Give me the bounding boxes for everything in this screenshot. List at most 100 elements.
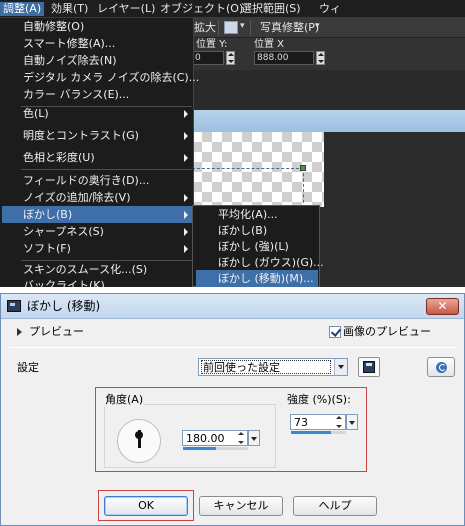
- submenu-item-gaussian-blur[interactable]: ぼかし (ガウス)(G)...: [196, 254, 324, 271]
- fit-label[interactable]: 拡大: [194, 21, 216, 35]
- photo-fix-button[interactable]: 写真修整(P): [260, 21, 319, 35]
- menu-item-smart-fix[interactable]: スマート修整(A)...: [2, 35, 192, 52]
- angle-slider-fill: [183, 447, 216, 450]
- menu-item-auto-noise[interactable]: 自動ノイズ除去(N): [2, 52, 192, 69]
- image-preview-label[interactable]: 画像のプレビュー: [343, 325, 431, 338]
- menu-adjust[interactable]: 調整(A): [0, 2, 45, 16]
- strength-slider[interactable]: [291, 431, 346, 434]
- menu-item-add-remove-noise[interactable]: ノイズの追加/除去(V): [2, 189, 192, 206]
- save-preset-button[interactable]: [358, 357, 380, 377]
- position-y-label: 位置 Y:: [196, 39, 228, 50]
- menu-item-depth-of-field[interactable]: フィールドの奥行き(D)...: [2, 172, 192, 189]
- angle-input[interactable]: 180.00: [182, 430, 248, 446]
- menu-item-label: 明度とコントラスト(G): [23, 129, 139, 142]
- menu-item-label: スマート修整(A)...: [23, 37, 116, 50]
- menu-item-label: スキンのスムース化...(S): [23, 263, 148, 276]
- reset-button[interactable]: [427, 357, 455, 377]
- menu-item-soft[interactable]: ソフト(F): [2, 240, 192, 257]
- menu-item-label: 色相と彩度(U): [23, 151, 95, 164]
- menu-bar: 調整(A) 効果(T) レイヤー(L) オブジェクト(O) 選択範囲(S) ウィ: [0, 0, 465, 18]
- image-window-titlebar: [192, 110, 465, 132]
- tool-options-bar: 位置 Y: 0 位置 X 888.00: [192, 38, 465, 70]
- menu-item-color[interactable]: 色(L): [2, 105, 192, 122]
- menu-window[interactable]: ウィ: [316, 2, 344, 16]
- close-button[interactable]: ✕: [426, 298, 459, 315]
- help-button[interactable]: ヘルプ: [293, 496, 377, 516]
- submenu-item-motion-blur[interactable]: ぼかし (移動)(M)...: [196, 270, 318, 287]
- submenu-arrow-icon: [184, 228, 188, 236]
- app-screenshot: 調整(A) 効果(T) レイヤー(L) オブジェクト(O) 選択範囲(S) ウィ…: [0, 0, 465, 287]
- copy-icon[interactable]: [224, 21, 238, 34]
- adjust-menu: 自動修整(O) スマート修整(A)... 自動ノイズ除去(N) デジタル カメラ…: [0, 18, 199, 287]
- menu-item-label: ソフト(F): [23, 242, 71, 255]
- toolbar-separator: [250, 20, 251, 36]
- submenu-arrow-icon: [184, 154, 188, 162]
- menu-layers[interactable]: レイヤー(L): [94, 2, 158, 16]
- menu-item-brightness-contrast[interactable]: 明度とコントラスト(G): [2, 127, 192, 144]
- selection-handle[interactable]: [300, 165, 306, 171]
- ok-button[interactable]: OK: [104, 496, 188, 516]
- workspace-background: [192, 70, 465, 110]
- menu-objects[interactable]: オブジェクト(O): [157, 2, 246, 16]
- menu-item-camera-noise[interactable]: デジタル カメラ ノイズの除去(C)...: [2, 69, 199, 86]
- angle-value: 180.00: [186, 432, 225, 445]
- submenu-arrow-icon: [184, 110, 188, 118]
- menu-item-label: ぼかし(B): [23, 208, 73, 221]
- submenu-item-blur-more[interactable]: ぼかし (強)(L): [196, 238, 318, 255]
- position-x-label: 位置 X: [254, 39, 285, 50]
- menu-item-sharpness[interactable]: シャープネス(S): [2, 223, 192, 240]
- position-y-input[interactable]: 0: [192, 51, 224, 65]
- submenu-item-blur[interactable]: ぼかし(B): [196, 222, 318, 239]
- menu-item-label: デジタル カメラ ノイズの除去(C)...: [23, 71, 200, 84]
- submenu-arrow-icon: [184, 245, 188, 253]
- cancel-button[interactable]: キャンセル: [199, 496, 283, 516]
- submenu-item-label: ぼかし (移動)(M)...: [218, 272, 314, 285]
- menu-item-backlight[interactable]: バックライト(K)...: [2, 277, 192, 287]
- chevron-down-icon[interactable]: ▾: [315, 21, 320, 31]
- menu-item-hue-saturation[interactable]: 色相と彩度(U): [2, 149, 192, 166]
- angle-spinner[interactable]: [236, 432, 246, 444]
- position-x-input[interactable]: 888.00: [254, 51, 314, 65]
- strength-label: 強度 (%)(S):: [287, 393, 351, 406]
- preset-value: 前回使った設定: [201, 360, 331, 374]
- dialog-titlebar[interactable]: ぼかし (移動) ✕: [1, 294, 464, 319]
- menu-item-label: ノイズの追加/除去(V): [23, 191, 131, 204]
- angle-dropdown-button[interactable]: [248, 430, 260, 446]
- expand-triangle-icon[interactable]: [17, 328, 22, 336]
- angle-label: 角度(A): [104, 393, 145, 406]
- submenu-item-label: 平均化(A)...: [218, 208, 278, 221]
- preset-dropdown[interactable]: 前回使った設定: [198, 358, 348, 376]
- submenu-item-label: ぼかし (強)(L): [218, 240, 289, 253]
- chevron-down-icon[interactable]: ▾: [240, 21, 245, 31]
- submenu-item-average[interactable]: 平均化(A)...: [196, 206, 318, 223]
- image-preview-checkbox[interactable]: [329, 326, 341, 338]
- position-x-spinner[interactable]: [316, 51, 325, 65]
- save-disk-icon: [363, 361, 375, 373]
- menu-item-label: カラー バランス(E)...: [23, 88, 130, 101]
- menu-item-label: 自動修整(O): [23, 20, 85, 33]
- menu-effects[interactable]: 効果(T): [48, 2, 91, 16]
- submenu-item-label: ぼかし(B): [218, 224, 268, 237]
- position-y-spinner[interactable]: [226, 51, 235, 65]
- menu-item-label: フィールドの奥行き(D)...: [23, 174, 150, 187]
- menu-item-skin-smoothing[interactable]: スキンのスムース化...(S): [2, 261, 192, 278]
- menu-item-label: 色(L): [23, 107, 49, 120]
- chevron-down-icon[interactable]: [334, 359, 347, 375]
- menu-item-color-balance[interactable]: カラー バランス(E)...: [2, 86, 192, 103]
- strength-dropdown-button[interactable]: [346, 414, 358, 430]
- selection-marquee-right: [303, 168, 304, 208]
- menu-item-auto-fix[interactable]: 自動修整(O): [2, 18, 192, 35]
- strength-input[interactable]: 73: [290, 414, 346, 430]
- menu-item-label: 自動ノイズ除去(N): [23, 54, 117, 67]
- menu-item-blur[interactable]: ぼかし(B): [2, 206, 192, 223]
- reset-arrow-icon: [436, 362, 447, 373]
- angle-dial-pivot: [135, 431, 143, 439]
- strength-spinner[interactable]: [334, 416, 344, 428]
- preview-toggle[interactable]: プレビュー: [29, 325, 84, 338]
- angle-slider[interactable]: [183, 447, 248, 450]
- strength-slider-fill: [291, 431, 332, 434]
- app-icon: [7, 300, 21, 312]
- submenu-item-label: ぼかし (ガウス)(G)...: [218, 256, 324, 269]
- menu-item-label: バックライト(K)...: [23, 279, 116, 287]
- menu-selections[interactable]: 選択範囲(S): [238, 2, 304, 16]
